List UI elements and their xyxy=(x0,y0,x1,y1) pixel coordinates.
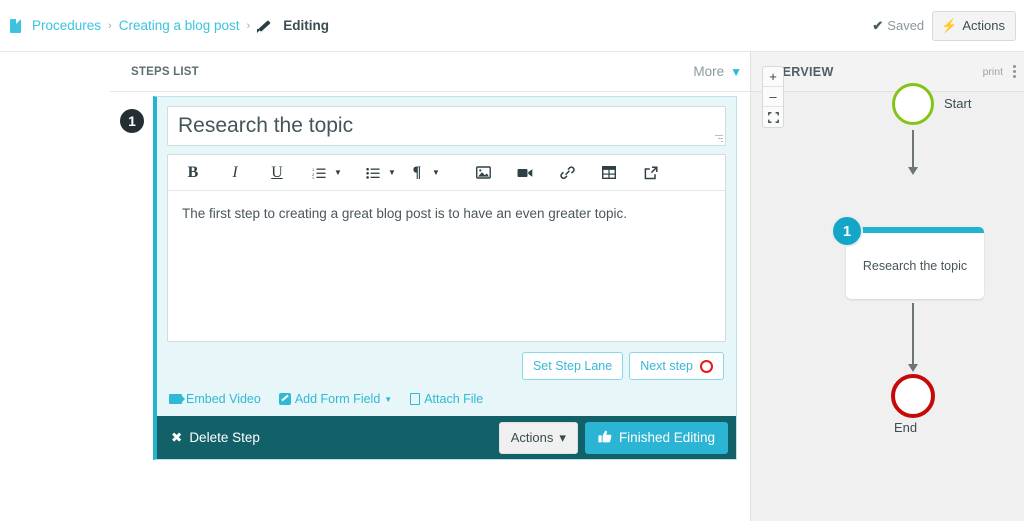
caret-down-icon: ▼ xyxy=(384,394,393,404)
fit-screen-glyph xyxy=(767,111,779,123)
insert-video-icon[interactable] xyxy=(512,160,538,186)
close-icon: ✖ xyxy=(171,429,183,445)
caret-down-icon: ▾ xyxy=(559,429,566,445)
paragraph-icon[interactable]: ¶ xyxy=(404,160,430,186)
step-body-text: The first step to creating a great blog … xyxy=(182,206,628,221)
steps-list-header: STEPS LIST More ▼ xyxy=(110,52,750,92)
paragraph-dropdown-caret[interactable]: ▼ xyxy=(430,168,442,177)
check-icon: ✔ xyxy=(872,17,884,33)
overview-panel: OVERVIEW print + – Start Research the to… xyxy=(750,52,1024,521)
insert-table-icon[interactable] xyxy=(596,160,622,186)
more-label: More xyxy=(693,64,725,79)
add-form-field-label: Add Form Field xyxy=(294,392,381,406)
flowchart-step-label: Research the topic xyxy=(862,259,968,273)
step-title-wrapper: Research the topic xyxy=(157,97,736,154)
finished-editing-button[interactable]: Finished Editing xyxy=(584,421,728,454)
steps-column: STEPS LIST More ▼ 1 Research the topic B xyxy=(110,52,750,521)
step-editor-card: Research the topic B I U 1 2 3 ▼ ▼ ¶ ▼ T… xyxy=(153,96,737,460)
ordered-list-glyph: 1 2 3 xyxy=(312,167,326,179)
svg-text:3: 3 xyxy=(312,176,315,179)
video-glyph xyxy=(517,168,533,177)
top-bar: Procedures › Creating a blog post › Edit… xyxy=(0,0,1024,52)
form-field-icon xyxy=(278,393,291,405)
flowchart-start-node[interactable] xyxy=(892,83,934,125)
editor-toolbar: B I U 1 2 3 ▼ ▼ ¶ ▼ xyxy=(168,155,725,191)
step-button-row: Set Step Lane Next step xyxy=(157,342,736,390)
step-actions-button[interactable]: Actions ▾ xyxy=(498,421,578,454)
top-bar-actions: ✔ Saved ⚡ Actions xyxy=(872,10,1016,41)
step-actions-label: Actions xyxy=(510,430,554,445)
more-menu[interactable]: More ▼ xyxy=(693,64,742,79)
ordered-list-dropdown-caret[interactable]: ▼ xyxy=(332,168,344,177)
step-footer-actions: Actions ▾ Finished Editing xyxy=(498,421,728,454)
resize-handle-icon[interactable] xyxy=(714,135,723,144)
zoom-out-button[interactable]: – xyxy=(763,87,783,107)
flowchart-arrow-start-to-step xyxy=(908,130,918,175)
flowchart-step-node[interactable]: Research the topic xyxy=(846,227,984,299)
flowchart-start-label: Start xyxy=(944,96,972,111)
unordered-list-dropdown-caret[interactable]: ▼ xyxy=(386,168,398,177)
breadcrumb-blog-post[interactable]: Creating a blog post xyxy=(119,18,240,33)
zoom-in-button[interactable]: + xyxy=(763,67,783,87)
insert-link-icon[interactable] xyxy=(554,160,580,186)
document-icon xyxy=(10,18,21,33)
table-glyph xyxy=(602,166,616,179)
step-title-input[interactable]: Research the topic xyxy=(167,106,726,146)
steps-list-title: STEPS LIST xyxy=(131,65,199,78)
rich-text-editor: B I U 1 2 3 ▼ ▼ ¶ ▼ The first step to cr… xyxy=(167,154,726,342)
unordered-list-glyph xyxy=(366,167,380,179)
flowchart-end-node[interactable] xyxy=(891,374,935,418)
red-circle-icon xyxy=(700,359,713,373)
step-number-badge: 1 xyxy=(118,107,146,135)
delete-step-button[interactable]: ✖ Delete Step xyxy=(171,430,260,446)
overview-canvas[interactable]: + – Start Research the topic 1 End xyxy=(751,52,1024,521)
attach-file-label: Attach File xyxy=(424,392,484,406)
italic-icon[interactable]: I xyxy=(222,160,248,186)
breadcrumb-procedures[interactable]: Procedures xyxy=(32,18,101,33)
breadcrumb-separator-2: › xyxy=(246,19,251,32)
next-step-label: Next step xyxy=(640,359,693,373)
fit-screen-icon[interactable] xyxy=(763,107,783,127)
step-title-value: Research the topic xyxy=(178,114,354,137)
step-body-editor[interactable]: The first step to creating a great blog … xyxy=(168,191,725,341)
bolt-icon: ⚡ xyxy=(941,17,958,33)
chevron-down-icon: ▼ xyxy=(730,64,742,79)
breadcrumb-current-editing: Editing xyxy=(283,18,329,33)
insert-image-icon[interactable] xyxy=(470,160,496,186)
link-glyph xyxy=(559,165,575,179)
ordered-list-icon[interactable]: 1 2 3 xyxy=(306,160,332,186)
breadcrumb-separator-1: › xyxy=(108,19,112,32)
popout-glyph xyxy=(644,165,658,179)
delete-step-label: Delete Step xyxy=(189,430,260,445)
zoom-controls: + – xyxy=(762,66,784,128)
pencil-icon xyxy=(257,19,271,33)
thumbs-up-icon xyxy=(598,430,612,446)
popout-editor-icon[interactable] xyxy=(638,160,664,186)
flowchart-arrow-step-to-end xyxy=(908,303,918,372)
actions-button[interactable]: ⚡ Actions xyxy=(932,10,1016,41)
file-icon xyxy=(410,393,421,405)
flowchart-end-label: End xyxy=(894,420,918,435)
underline-icon[interactable]: U xyxy=(264,160,290,186)
set-step-lane-button[interactable]: Set Step Lane xyxy=(521,352,624,380)
next-step-button[interactable]: Next step xyxy=(629,352,724,380)
finished-editing-label: Finished Editing xyxy=(618,430,715,445)
step-attachment-links: Embed Video Add Form Field ▼ Attach File xyxy=(157,390,736,416)
add-form-field-link[interactable]: Add Form Field ▼ xyxy=(278,392,393,406)
flowchart-step-badge: 1 xyxy=(831,215,863,247)
set-step-lane-label: Set Step Lane xyxy=(532,359,613,373)
bold-icon[interactable]: B xyxy=(180,160,206,186)
embed-video-label: Embed Video xyxy=(186,392,261,406)
video-icon xyxy=(169,394,185,404)
thumbs-up-glyph xyxy=(598,430,612,442)
saved-status: ✔ Saved xyxy=(872,18,924,34)
unordered-list-icon[interactable] xyxy=(360,160,386,186)
embed-video-link[interactable]: Embed Video xyxy=(169,392,261,406)
actions-button-label: Actions xyxy=(962,18,1005,33)
image-glyph xyxy=(475,166,491,179)
step-footer-bar: ✖ Delete Step Actions ▾ Finished Editing xyxy=(157,416,736,459)
attach-file-link[interactable]: Attach File xyxy=(410,392,483,406)
breadcrumb: Procedures › Creating a blog post › Edit… xyxy=(10,18,329,33)
saved-label: Saved xyxy=(887,18,925,33)
